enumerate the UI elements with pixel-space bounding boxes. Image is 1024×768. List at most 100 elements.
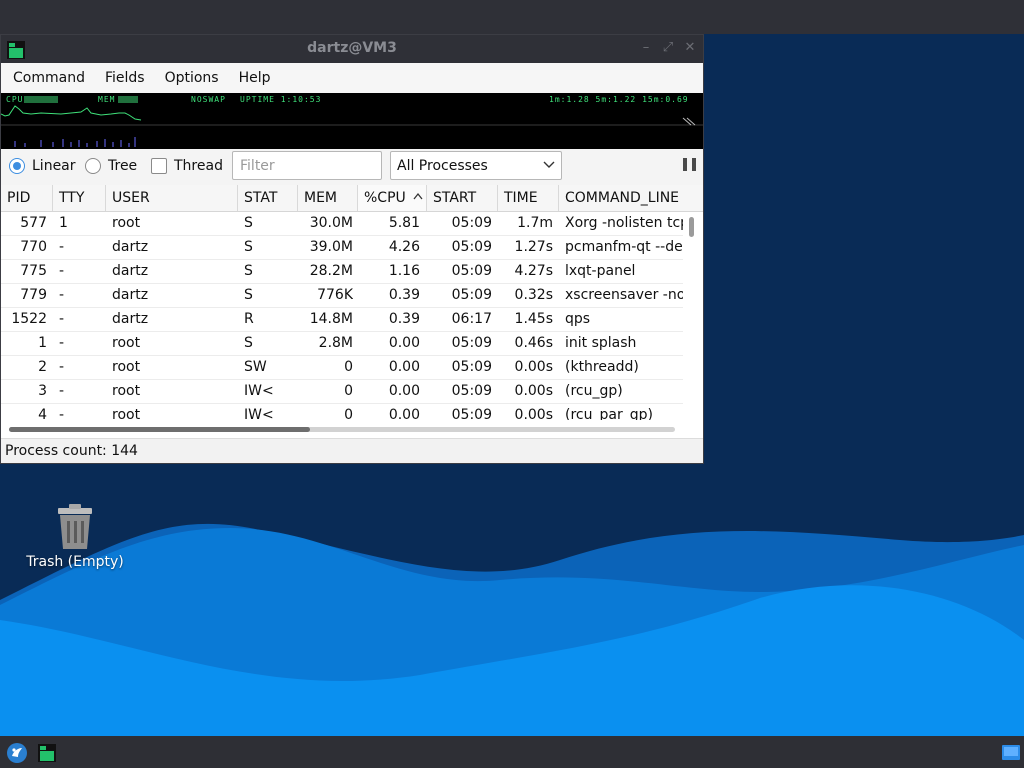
desktop-icon-trash[interactable]: Trash (Empty) — [22, 500, 128, 570]
menu-fields[interactable]: Fields — [95, 70, 155, 86]
process-scope-select[interactable]: All Processes — [390, 151, 562, 180]
cell-command-line: lxqt-panel — [565, 263, 636, 279]
cell-cpu: 0.39 — [388, 311, 420, 327]
cell-time: 0.00s — [514, 359, 553, 375]
horizontal-scrollbar[interactable] — [1, 420, 703, 438]
vertical-scrollbar[interactable] — [683, 212, 703, 420]
cell-user: dartz — [112, 239, 149, 255]
swap-label: NOSWAP — [191, 95, 226, 104]
close-button[interactable]: ✕ — [683, 40, 697, 55]
cell-mem: 0 — [344, 407, 353, 420]
column-header-pid[interactable]: PID — [1, 185, 53, 211]
table-row[interactable]: 770- dartz S 39.0M 4.26 05:09 1.27s pcmanfm-qt … — [1, 236, 683, 260]
cell-mem: 14.8M — [309, 311, 353, 327]
cell-pid: 577 — [20, 215, 47, 231]
cell-start: 05:09 — [451, 263, 492, 279]
column-header-mem[interactable]: MEM — [298, 185, 358, 211]
view-linear-label: Linear — [32, 158, 76, 174]
cell-mem: 30.0M — [309, 215, 353, 231]
cell-mem: 28.2M — [309, 263, 353, 279]
cell-command-line: qps — [565, 311, 591, 327]
vertical-scrollbar-thumb[interactable] — [689, 217, 694, 237]
cell-start: 05:09 — [451, 287, 492, 303]
minimize-button[interactable]: – — [639, 40, 653, 55]
pause-button[interactable] — [683, 158, 696, 172]
toolbar: Linear Tree Thread All Processes — [1, 149, 703, 185]
load-average-label: 1m:1.28 5m:1.22 15m:0.69 — [549, 95, 689, 104]
cell-start: 06:17 — [451, 311, 492, 327]
cell-pid: 2 — [38, 359, 47, 375]
cell-command-line: (kthreadd) — [565, 359, 639, 375]
system-graph-panel: CPU MEM NOSWAP UPTIME 1:10:53 1m:1.28 5m… — [1, 93, 703, 149]
cell-tty: - — [59, 311, 65, 327]
table-row[interactable]: 4- root IW< 0 0.00 05:09 0.00s (rcu_par_gp) — [1, 404, 683, 420]
cell-tty: 1 — [59, 215, 68, 231]
maximize-button[interactable]: ⤢ — [661, 40, 675, 55]
start-menu-icon[interactable] — [6, 742, 28, 764]
chevron-down-icon — [543, 161, 555, 168]
filter-input[interactable] — [232, 151, 382, 180]
taskbar-qps-icon[interactable] — [38, 744, 56, 762]
cell-mem: 2.8M — [318, 335, 353, 351]
cell-cpu: 1.16 — [388, 263, 420, 279]
thread-checkbox[interactable]: Thread — [151, 158, 223, 174]
cell-start: 05:09 — [451, 239, 492, 255]
cell-pid: 1522 — [11, 311, 47, 327]
window-titlebar[interactable]: dartz@VM3 – ⤢ ✕ — [1, 35, 703, 63]
pause-icon-bar — [692, 158, 696, 171]
view-linear-radio[interactable]: Linear — [9, 158, 76, 174]
thread-label: Thread — [174, 158, 223, 174]
cell-pid: 775 — [20, 263, 47, 279]
cell-stat: S — [244, 263, 253, 279]
view-tree-label: Tree — [108, 158, 138, 174]
window-title: dartz@VM3 — [307, 40, 397, 56]
process-scope-value: All Processes — [397, 157, 488, 174]
cell-start: 05:09 — [451, 359, 492, 375]
table-row[interactable]: 1- root S 2.8M 0.00 05:09 0.46s init splash — [1, 332, 683, 356]
column-header-time[interactable]: TIME — [498, 185, 559, 211]
cell-user: root — [112, 359, 141, 375]
column-header-tty[interactable]: TTY — [53, 185, 106, 211]
cell-cpu: 0.00 — [388, 359, 420, 375]
cell-stat: S — [244, 287, 253, 303]
cell-command-line: pcmanfm-qt --desktop — [565, 239, 683, 255]
column-header-stat[interactable]: STAT — [238, 185, 298, 211]
process-table-body: 577 1 root S 30.0M 5.81 05:09 1.7m Xorg -noliste… — [1, 212, 683, 420]
cell-stat: IW< — [244, 383, 274, 399]
cell-cpu: 0.00 — [388, 407, 420, 420]
radio-indicator-tree[interactable] — [85, 158, 101, 174]
menu-options[interactable]: Options — [155, 70, 229, 86]
table-row[interactable]: 779- dartz S 776K 0.39 05:09 0.32s xscreensaver… — [1, 284, 683, 308]
view-tree-radio[interactable]: Tree — [85, 158, 137, 174]
show-desktop-icon[interactable] — [1002, 745, 1020, 760]
cell-stat: S — [244, 335, 253, 351]
column-header-cpu[interactable]: %CPU — [358, 185, 427, 211]
cell-user: root — [112, 215, 141, 231]
menu-command[interactable]: Command — [3, 70, 95, 86]
horizontal-scrollbar-thumb[interactable] — [9, 427, 310, 432]
menu-help[interactable]: Help — [229, 70, 281, 86]
table-row[interactable]: 1522- dartz R 14.8M 0.39 06:17 1.45s qps — [1, 308, 683, 332]
cell-tty: - — [59, 407, 65, 420]
cell-stat: S — [244, 215, 253, 231]
table-row[interactable]: 775- dartz S 28.2M 1.16 05:09 4.27s lxqt-panel — [1, 260, 683, 284]
table-row[interactable]: 3- root IW< 0 0.00 05:09 0.00s (rcu_gp) — [1, 380, 683, 404]
thread-checkbox-box[interactable] — [151, 158, 167, 174]
cell-time: 0.00s — [514, 407, 553, 420]
cell-start: 05:09 — [451, 407, 492, 420]
cell-pid: 770 — [20, 239, 47, 255]
radio-indicator-linear[interactable] — [9, 158, 25, 174]
cell-command-line: init splash — [565, 335, 637, 351]
column-header-command-line[interactable]: COMMAND_LINE — [559, 185, 703, 211]
cell-stat: R — [244, 311, 254, 327]
table-row[interactable]: 2- root SW 0 0.00 05:09 0.00s (kthreadd) — [1, 356, 683, 380]
table-row[interactable]: 577 1 root S 30.0M 5.81 05:09 1.7m Xorg -noliste… — [1, 212, 683, 236]
cell-cpu: 0.00 — [388, 383, 420, 399]
status-bar: Process count: 144 — [1, 438, 703, 463]
cell-user: root — [112, 335, 141, 351]
cell-time: 0.46s — [514, 335, 553, 351]
column-header-user[interactable]: USER — [106, 185, 238, 211]
cell-time: 1.27s — [514, 239, 553, 255]
column-header-start[interactable]: START — [427, 185, 498, 211]
cell-pid: 4 — [38, 407, 47, 420]
